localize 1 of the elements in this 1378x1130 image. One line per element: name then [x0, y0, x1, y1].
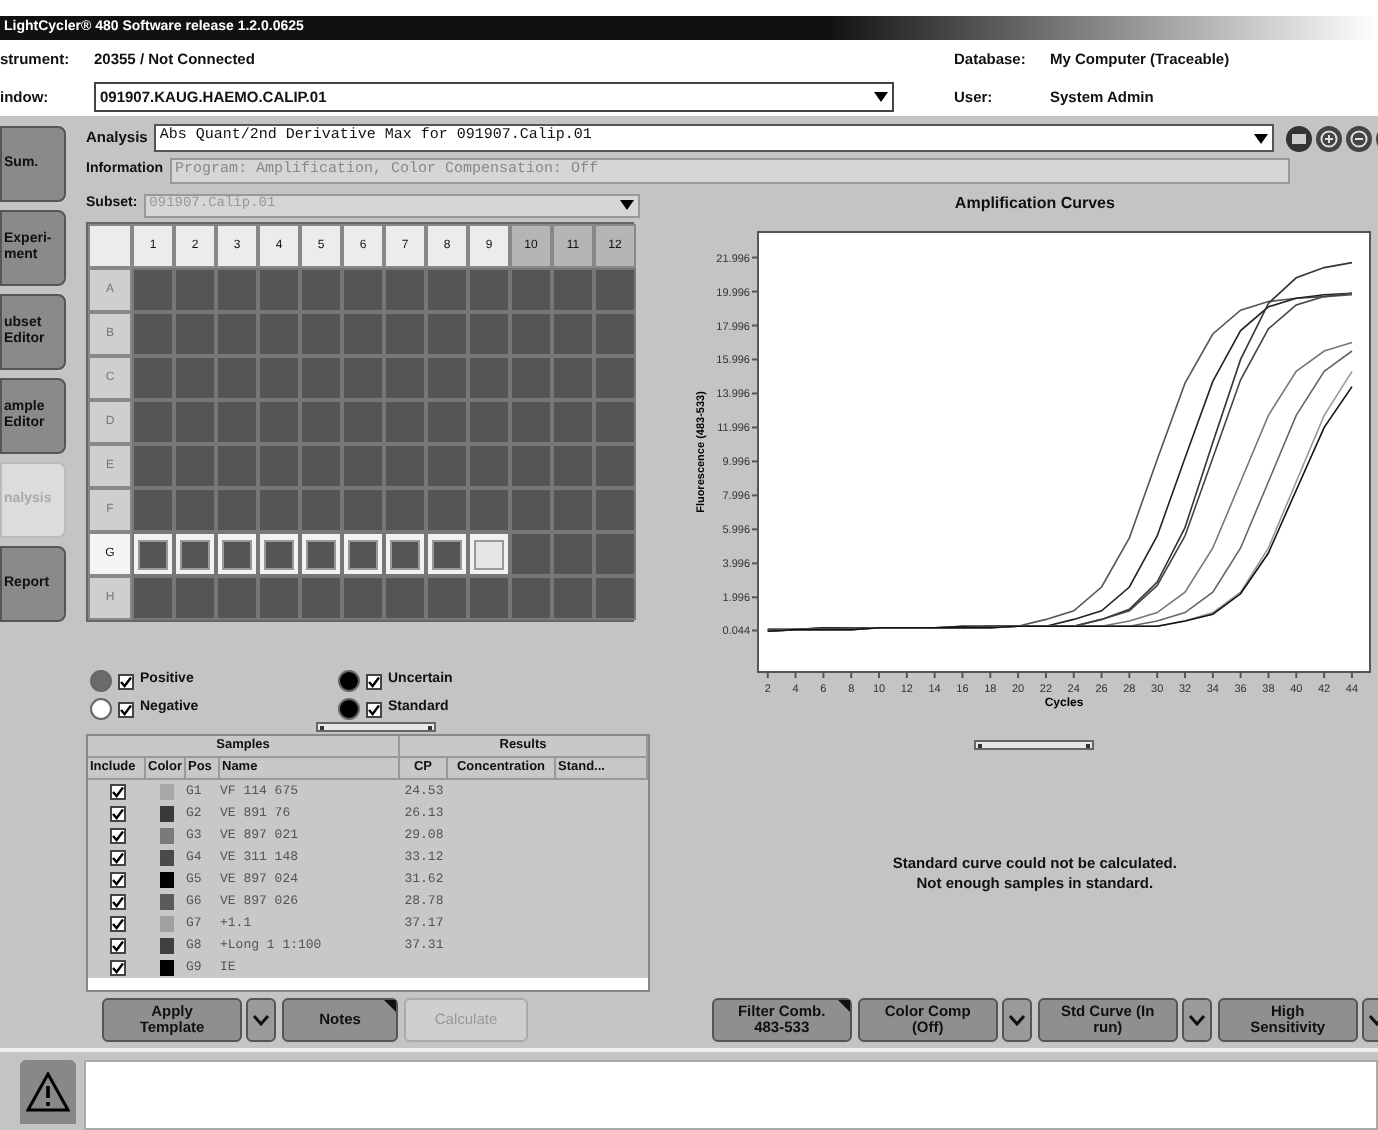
chart-title: Amplification Curves [954, 192, 1115, 216]
